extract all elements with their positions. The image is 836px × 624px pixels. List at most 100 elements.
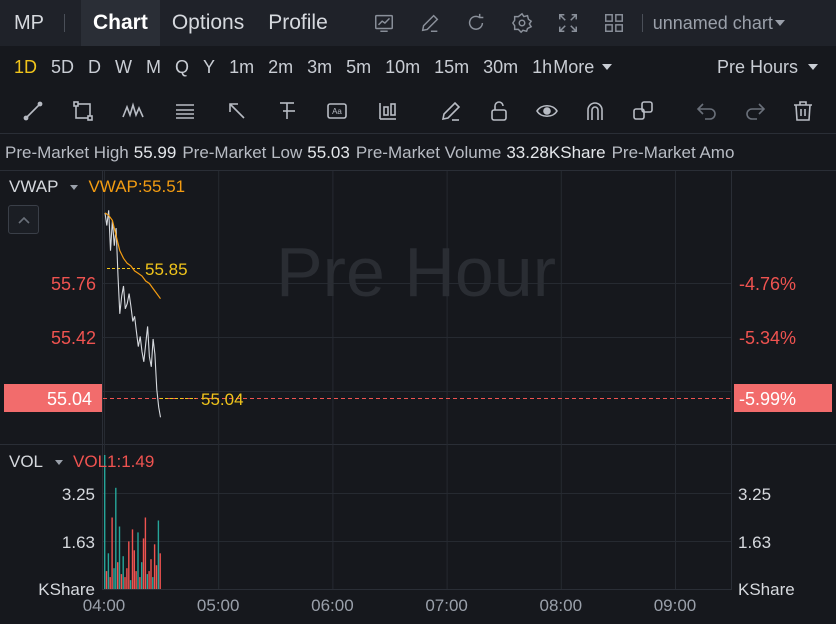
interval-15m[interactable]: 15m (427, 46, 476, 88)
time-tick-label: 06:00 (311, 596, 354, 615)
refresh-icon[interactable] (460, 7, 492, 39)
fullscreen-icon[interactable] (552, 7, 584, 39)
volume-bar (122, 556, 124, 589)
interval-5m[interactable]: 5m (339, 46, 378, 88)
interval-bar: 1D 5D D W M Q Y 1m 2m 3m 5m 10m 15m 30m … (0, 46, 836, 88)
layout-grid-icon[interactable] (598, 7, 630, 39)
vwap-line (104, 212, 161, 300)
top-toolbar (368, 7, 630, 39)
tab-chart[interactable]: Chart (81, 0, 160, 46)
interval-3m[interactable]: 3m (300, 46, 339, 88)
brush-icon[interactable] (436, 96, 466, 126)
volume-bar (153, 544, 156, 589)
volume-bar (105, 571, 108, 589)
volume-bar (126, 568, 128, 589)
volume-bar (133, 550, 135, 589)
interval-10m[interactable]: 10m (378, 46, 427, 88)
interval-q[interactable]: Q (168, 46, 196, 88)
vwap-legend: VWAP VWAP:55.51 (9, 177, 185, 197)
interval-w[interactable]: W (108, 46, 139, 88)
premarket-low-label: Pre-Market Low (182, 143, 303, 162)
interval-1m[interactable]: 1m (222, 46, 261, 88)
chart-name-label: unnamed chart (652, 12, 773, 33)
interval-d[interactable]: D (81, 46, 108, 88)
interval-30m[interactable]: 30m (476, 46, 525, 88)
volume-bar (117, 562, 119, 589)
volume-bars (104, 455, 161, 589)
indicator-chart-icon[interactable] (368, 7, 400, 39)
long-short-icon[interactable] (372, 96, 402, 126)
volume-bar (124, 577, 126, 589)
collapse-indicators-button[interactable] (8, 205, 39, 234)
interval-y[interactable]: Y (196, 46, 222, 88)
more-label: More (553, 56, 595, 77)
premarket-info-bar: Pre-Market High 55.99 Pre-Market Low 55.… (0, 138, 836, 168)
volume-bar (129, 580, 132, 589)
volume-bar (141, 562, 143, 589)
high-marker-label: 55.85 (145, 260, 188, 279)
time-tick-label: 09:00 (654, 596, 697, 615)
magnet-icon[interactable] (580, 96, 610, 126)
time-tick-label: 08:00 (540, 596, 583, 615)
volume-bar (144, 517, 147, 589)
divider (641, 14, 643, 32)
draw-pen-icon[interactable] (414, 7, 446, 39)
volume-bar (104, 455, 106, 589)
rectangle-icon[interactable] (68, 96, 98, 126)
volume-axis-label: 3.25 (62, 485, 95, 504)
interval-1d[interactable]: 1D (0, 46, 44, 88)
pattern-icon[interactable] (118, 96, 148, 126)
volume-bar (146, 574, 148, 589)
current-price-value: 55.04 (47, 389, 92, 409)
volume-bar (109, 577, 111, 589)
price-chart[interactable]: Pre Hour 55.76 55.42 -4.76% -5.34% 55.04… (0, 170, 836, 624)
eye-icon[interactable] (532, 96, 562, 126)
chevron-down-icon[interactable] (70, 184, 79, 190)
layers-icon[interactable] (628, 96, 658, 126)
volume-bar (128, 541, 130, 589)
redo-icon[interactable] (740, 96, 770, 126)
ticker-symbol[interactable]: MP (14, 12, 58, 35)
settings-gear-icon[interactable] (506, 7, 538, 39)
volume-bar (115, 487, 117, 589)
volume-bar (157, 520, 160, 589)
tab-profile[interactable]: Profile (256, 0, 340, 46)
volume-bar (111, 517, 113, 589)
premarket-volume-label: Pre-Market Volume (355, 143, 502, 162)
volume-bar (148, 571, 150, 589)
session-dropdown[interactable]: Pre Hours (717, 46, 818, 88)
volume-unit-label: KShare (738, 580, 795, 599)
lock-icon[interactable] (484, 96, 514, 126)
fibonacci-icon[interactable] (170, 96, 200, 126)
undo-icon[interactable] (692, 96, 722, 126)
volume-bar (150, 559, 152, 589)
volume-bar (152, 577, 154, 589)
percent-axis-label: -4.76% (739, 274, 796, 294)
interval-m[interactable]: M (139, 46, 168, 88)
trend-line-icon[interactable] (18, 96, 48, 126)
time-axis: 04:00 05:00 06:00 07:00 08:00 09:00 (83, 596, 697, 615)
volume-axis-label: 1.63 (62, 533, 95, 552)
tab-options[interactable]: Options (160, 0, 256, 46)
drawing-toolbar: Aa (0, 88, 836, 134)
volume-indicator-name[interactable]: VOL (9, 452, 43, 472)
arrow-icon[interactable] (222, 96, 252, 126)
vwap-indicator-name[interactable]: VWAP (9, 177, 58, 197)
chevron-down-icon (808, 64, 818, 70)
volume-bar (139, 577, 141, 589)
premarket-amount-label: Pre-Market Amo (611, 143, 735, 162)
volume-bar (137, 532, 139, 589)
chevron-down-icon[interactable] (55, 459, 64, 465)
interval-2m[interactable]: 2m (261, 46, 300, 88)
premarket-high-label: Pre-Market High (5, 143, 129, 162)
session-watermark: Pre Hour (276, 233, 556, 311)
chart-name-dropdown[interactable]: unnamed chart (653, 13, 785, 34)
interval-5d[interactable]: 5D (44, 46, 81, 88)
last-marker-label: 55.04 (201, 390, 244, 409)
more-intervals-dropdown[interactable]: More (553, 56, 613, 78)
volume-axis-label: 1.63 (738, 533, 771, 552)
text-icon[interactable]: Aa (322, 96, 352, 126)
chevron-down-icon (602, 64, 613, 70)
trash-icon[interactable] (788, 96, 818, 126)
measure-icon[interactable] (272, 96, 302, 126)
